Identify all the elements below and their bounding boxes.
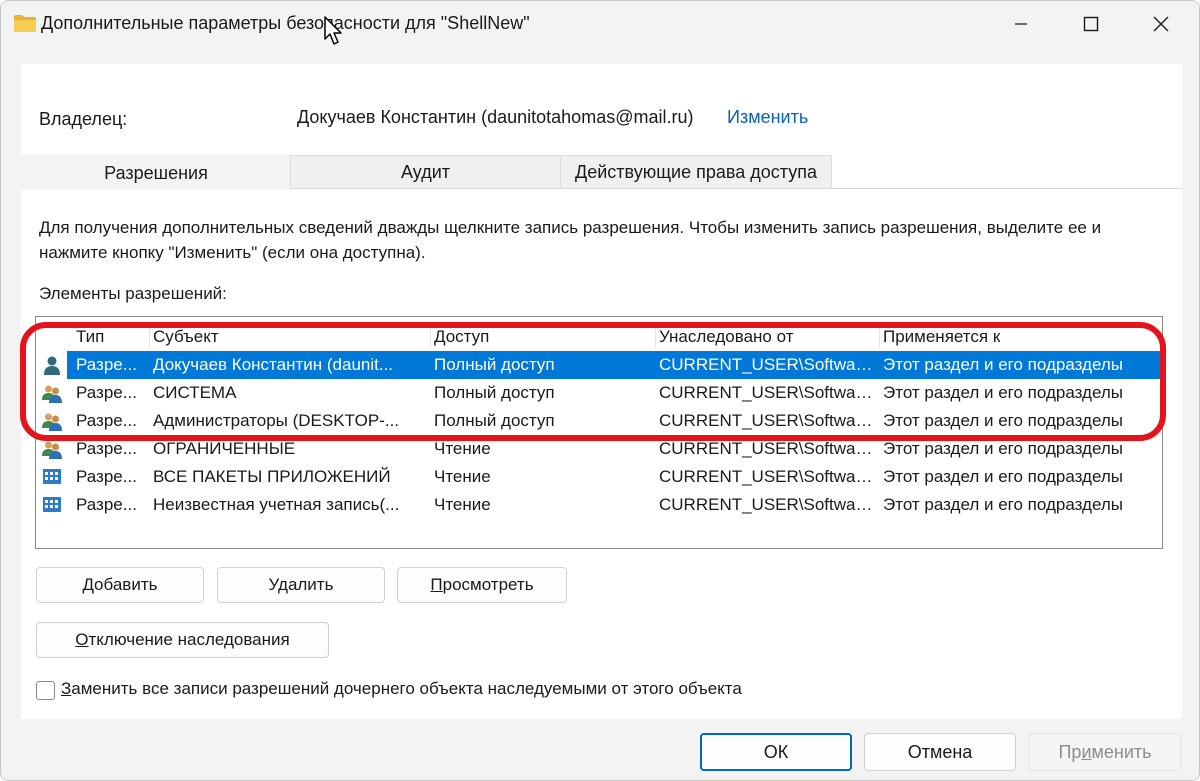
- cell-inherited-from: CURRENT_USER\Softwar...: [659, 355, 874, 374]
- security-settings-window: Дополнительные параметры безопасности дл…: [0, 0, 1200, 781]
- group-icon: [42, 439, 62, 459]
- maximize-icon: [1083, 16, 1099, 32]
- cell-type: Разре...: [76, 355, 137, 374]
- cell-applies-to: Этот раздел и его подразделы: [883, 467, 1123, 486]
- column-separator[interactable]: [879, 322, 880, 348]
- cell-access: Чтение: [434, 439, 491, 458]
- remove-button[interactable]: Удалить: [217, 567, 385, 603]
- cell-subject: ОГРАНИЧЕННЫЕ: [153, 439, 296, 458]
- cell-subject: Администраторы (DESKTOP-...: [153, 411, 400, 430]
- cell-access: Полный доступ: [434, 411, 555, 430]
- app-package-icon: [42, 495, 62, 515]
- permission-entries-list[interactable]: Тип Субъект Доступ Унаследовано от Приме…: [35, 316, 1163, 549]
- minimize-icon: [1015, 23, 1027, 25]
- cell-type: Разре...: [76, 495, 137, 514]
- column-header-subject[interactable]: Субъект: [153, 324, 219, 350]
- folder-icon: [14, 15, 36, 32]
- cell-type: Разре...: [76, 439, 137, 458]
- cancel-button[interactable]: Отмена: [864, 733, 1016, 771]
- tab-audit[interactable]: Аудит: [290, 155, 561, 189]
- cell-type: Разре...: [76, 411, 137, 430]
- add-button-label: обавить: [94, 575, 158, 594]
- add-button[interactable]: Добавить: [36, 567, 204, 603]
- disable-inheritance-mnemonic: О: [75, 630, 89, 649]
- cell-inherited-from: CURRENT_USER\Softwar...: [659, 411, 874, 430]
- owner-label: Владелец:: [39, 109, 128, 129]
- owner-value: Докучаев Константин (daunitotahomas@mail…: [297, 107, 694, 127]
- title-bar[interactable]: Дополнительные параметры безопасности дл…: [1, 1, 1199, 47]
- permission-entry-row[interactable]: Разре... Докучаев Константин (daunit... По…: [36, 351, 1162, 379]
- column-header-access[interactable]: Доступ: [434, 324, 489, 350]
- app-package-icon: [42, 467, 62, 487]
- cell-subject: ВСЕ ПАКЕТЫ ПРИЛОЖЕНИЙ: [153, 467, 391, 486]
- cell-subject: СИСТЕМА: [153, 383, 237, 402]
- permission-entry-row[interactable]: Разре... ОГРАНИЧЕННЫЕ Чтение CURRENT_USER\S…: [36, 435, 1162, 463]
- permission-entry-row[interactable]: Разре... СИСТЕМА Полный доступ CURRENT_USER…: [36, 379, 1162, 407]
- add-button-mnemonic: Д: [82, 575, 95, 594]
- apply-button-label-end: менить: [1091, 741, 1152, 762]
- permission-entry-row[interactable]: Разре... ВСЕ ПАКЕТЫ ПРИЛОЖЕНИЙ Чтение CURRE…: [36, 463, 1162, 491]
- cell-applies-to: Этот раздел и его подразделы: [883, 439, 1123, 458]
- ok-button[interactable]: ОК: [700, 733, 852, 771]
- cell-applies-to: Этот раздел и его подразделы: [883, 355, 1123, 374]
- view-button[interactable]: Просмотреть: [397, 567, 567, 603]
- permission-entry-row[interactable]: Разре... Неизвестная учетная запись(... Чт…: [36, 491, 1162, 519]
- cell-applies-to: Этот раздел и его подразделы: [883, 495, 1123, 514]
- cell-inherited-from: CURRENT_USER\Softwar...: [659, 383, 874, 402]
- cell-access: Полный доступ: [434, 355, 555, 374]
- replace-child-permissions-mnemonic: З: [61, 679, 72, 698]
- change-owner-link[interactable]: Изменить: [727, 107, 808, 128]
- cell-inherited-from: CURRENT_USER\Softwar...: [659, 495, 874, 514]
- column-separator[interactable]: [655, 322, 656, 348]
- cell-type: Разре...: [76, 467, 137, 486]
- tab-permissions[interactable]: Разрешения: [21, 155, 291, 190]
- minimize-button[interactable]: [986, 1, 1056, 47]
- apply-button-mnemonic: и: [1081, 741, 1092, 762]
- tab-divider: [290, 188, 1182, 189]
- view-button-label: росмотреть: [442, 575, 534, 594]
- column-header-inherited-from[interactable]: Унаследовано от: [659, 324, 793, 350]
- cell-inherited-from: CURRENT_USER\Softwar...: [659, 439, 874, 458]
- apply-button[interactable]: Пр и менить: [1029, 733, 1181, 771]
- user-icon: [42, 355, 62, 375]
- group-icon: [42, 411, 62, 431]
- close-icon: [1153, 16, 1169, 32]
- content-panel: Владелец: Докучаев Константин (daunitota…: [21, 64, 1182, 719]
- view-button-mnemonic: П: [430, 575, 443, 594]
- column-header-type[interactable]: Тип: [76, 324, 104, 350]
- cell-type: Разре...: [76, 383, 137, 402]
- mouse-cursor-icon: [324, 16, 342, 45]
- replace-child-permissions-checkbox[interactable]: [36, 681, 55, 700]
- column-header-applies-to[interactable]: Применяется к: [883, 324, 1000, 350]
- column-separator[interactable]: [149, 322, 150, 348]
- cell-applies-to: Этот раздел и его подразделы: [883, 383, 1123, 402]
- cell-access: Полный доступ: [434, 383, 555, 402]
- cell-subject: Докучаев Константин (daunit...: [153, 355, 394, 374]
- cell-inherited-from: CURRENT_USER\Softwar...: [659, 467, 874, 486]
- permission-entries-caption: Элементы разрешений:: [39, 284, 227, 303]
- replace-child-permissions-text: аменить все записи разрешений дочернего …: [71, 679, 742, 698]
- window-title: Дополнительные параметры безопасности дл…: [41, 13, 530, 33]
- group-icon: [42, 383, 62, 403]
- replace-child-permissions-label[interactable]: Заменить все записи разрешений дочернего…: [61, 679, 742, 699]
- permissions-description: Для получения дополнительных сведений дв…: [39, 218, 1102, 262]
- cell-access: Чтение: [434, 495, 491, 514]
- permission-entry-row[interactable]: Разре... Администраторы (DESKTOP-... Полны…: [36, 407, 1162, 435]
- disable-inheritance-button[interactable]: Отключение наследования: [36, 622, 329, 658]
- maximize-button[interactable]: [1056, 1, 1126, 47]
- cell-subject: Неизвестная учетная запись(...: [153, 495, 400, 514]
- cell-access: Чтение: [434, 467, 491, 486]
- apply-button-label-start: Пр: [1058, 741, 1082, 762]
- disable-inheritance-label: тключение наследования: [88, 630, 290, 649]
- tab-effective-access[interactable]: Действующие права доступа: [560, 155, 832, 189]
- close-button[interactable]: [1126, 1, 1196, 47]
- column-separator[interactable]: [430, 322, 431, 348]
- cell-applies-to: Этот раздел и его подразделы: [883, 411, 1123, 430]
